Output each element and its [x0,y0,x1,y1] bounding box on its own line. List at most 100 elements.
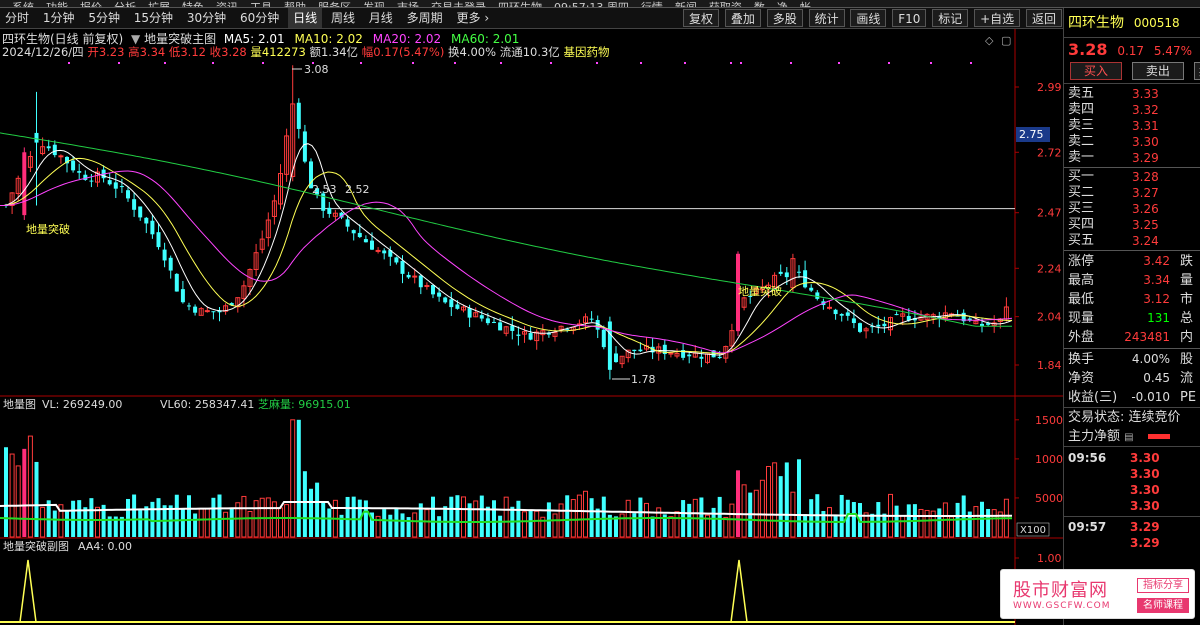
volume-bar [986,508,991,537]
candle-body [717,356,722,358]
candle-body [187,305,191,307]
volume-bar [187,495,191,537]
bar-turnover: 换4.00% [448,45,497,59]
volume-bar [431,496,435,537]
tick-row: 3.30 [1064,482,1200,498]
volume-bar [723,516,729,538]
chart-area[interactable]: 2.99 2.72 2.47 2.24 2.04 1.84 ◇ ▢ 2.75 3.08 1.78 2.… [0,29,1063,625]
candle-body [443,297,448,303]
tab-60min[interactable]: 60分钟 [235,8,284,28]
volume-bar [156,498,161,537]
signal-dot [730,62,732,64]
volume-bar [4,447,8,537]
ask-row: 卖四 3.32 [1064,102,1200,118]
back-button[interactable]: 返回 [1025,9,1062,27]
stat-label: 现量 [1068,311,1095,326]
mark-button[interactable]: 标记 [932,9,969,27]
vol-axis-label: 5000 [1035,492,1063,505]
volume-bar [492,500,496,537]
volume-bar [89,498,94,537]
stat-label: 收益(三) [1068,390,1118,405]
bar-volume: 量412273 [250,45,306,59]
bid-label: 买三 [1068,201,1095,216]
tab-more[interactable]: 更多 › [451,8,494,28]
list-icon: ▤ [1124,432,1134,443]
candle-body [589,318,594,320]
volume-bar [296,419,301,537]
candle-body [132,199,137,210]
main-flow-line[interactable]: 主力净额 ▤ [1064,427,1200,447]
ask-row: 卖三 3.31 [1064,118,1200,134]
kline-chart[interactable]: 2.99 2.72 2.47 2.24 2.04 1.84 ◇ ▢ 2.75 3.08 1.78 2.… [0,29,1063,625]
signal-dot [930,62,932,64]
quote-line: 3.28 0.17 5.47% [1064,38,1200,62]
signal-dot [550,62,552,64]
stat-value: 131 [1147,311,1170,325]
candle-body [180,289,185,303]
tab-daily[interactable]: 日线 [288,8,323,28]
stat-row: 净资 0.45 流 [1064,369,1200,388]
volume-bar [382,509,387,537]
volume-bar [132,494,137,537]
tick-row: 3.30 [1064,450,1200,466]
sub-aa4: AA4: 0.00 [78,540,132,553]
volume-bar [424,509,430,538]
add-watchlist-button[interactable]: +自选 [974,9,1021,27]
stat-value: 3.42 [1143,254,1170,268]
tab-1min[interactable]: 1分钟 [38,8,80,28]
tick-price: 3.30 [1130,451,1160,465]
chevron-right-icon: › [484,11,490,25]
tab-multi-period[interactable]: 多周期 [402,8,448,28]
volume-bar [223,511,229,538]
orderbook-divider [1064,250,1200,251]
ask-label: 卖一 [1068,150,1095,165]
volume-bar [437,516,442,537]
stats-button[interactable]: 统计 [808,9,845,27]
multi-stock-button[interactable]: 多股 [766,9,803,27]
stats-table: 涨停 3.42 跌 最高 3.34 量 最低 3.12 市 现量 131 总 外盘 243481 内… [1064,252,1200,407]
tab-5min[interactable]: 5分钟 [83,8,125,28]
bid-price: 3.28 [1132,170,1159,184]
vol-axis-label: 15000 [1035,414,1063,427]
tab-weekly[interactable]: 周线 [326,8,360,28]
volume-bar [40,506,46,538]
volume-bar [211,497,216,537]
signal-dot [970,62,972,64]
adjust-button[interactable]: 复权 [683,9,720,27]
tab-30min[interactable]: 30分钟 [182,8,231,28]
candle-body [699,356,704,359]
volume-bar [784,462,789,537]
bar-amount: 额1.34亿 [309,45,359,59]
volume-bar [516,500,521,537]
volume-bar [803,514,808,537]
expand-icon: ▢ [1001,34,1011,47]
candle-body [296,102,301,129]
stat-label2: 跌 [1180,254,1194,269]
volume-bar [876,502,881,537]
volume-bar [284,504,290,538]
f10-button[interactable]: F10 [892,9,927,27]
extra-button[interactable]: 卖 [1193,62,1200,80]
price-change: 0.17 [1117,44,1145,58]
signal-dot [360,62,362,64]
bar-sector[interactable]: 基因药物 [563,45,609,59]
volume-bar [595,508,600,537]
candle-body [34,132,39,143]
stat-label2: 股 [1180,352,1194,367]
candle-body [418,275,423,288]
volume-bar [741,484,747,538]
price-axis-label: 1.84 [1037,359,1062,372]
candle-body [492,321,496,323]
buy-button[interactable]: 买入 [1070,62,1122,80]
candle-body [46,146,51,149]
tab-fenshi[interactable]: 分时 [0,8,34,28]
tab-15min[interactable]: 15分钟 [129,8,178,28]
tab-monthly[interactable]: 月线 [364,8,398,28]
overlay-button[interactable]: 叠加 [724,9,761,27]
sell-button[interactable]: 卖出 [1131,62,1184,80]
candle-body [357,232,362,238]
bid-row: 买四 3.25 [1064,217,1200,233]
volume-bar [150,501,155,537]
level-label-a: 2.53 [312,183,337,196]
draw-line-button[interactable]: 画线 [850,9,887,27]
